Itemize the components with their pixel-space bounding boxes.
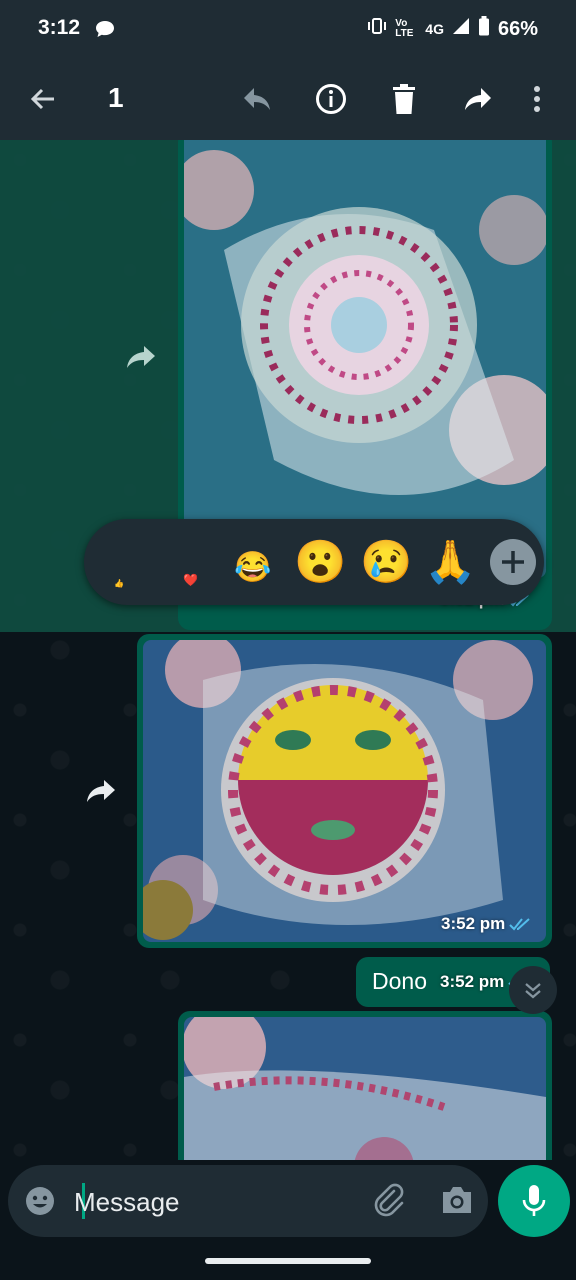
status-time: 3:12 (38, 16, 81, 39)
info-button[interactable] (306, 74, 356, 124)
selection-toolbar: 1 (0, 58, 576, 140)
read-ticks-icon (509, 918, 530, 931)
message-photo[interactable] (184, 1017, 546, 1160)
delete-icon (393, 84, 415, 114)
camera-icon (443, 1187, 471, 1213)
more-options-button[interactable] (517, 74, 557, 124)
message-bubble-image-3[interactable] (178, 1011, 552, 1160)
volte-label: Vo LTE (395, 18, 414, 39)
reaction-wow[interactable]: 😮 (294, 537, 346, 587)
forward-icon (465, 88, 491, 110)
emoji-icon (26, 1187, 54, 1215)
camera-button[interactable] (440, 1185, 474, 1220)
vibrate-icon (367, 17, 387, 41)
reaction-laugh[interactable]: 😂 (234, 543, 271, 593)
status-bar: 3:12 Vo LTE 4G 66% (0, 0, 576, 58)
microphone-icon (522, 1185, 546, 1216)
message-timestamp: 3:52 pm (441, 914, 531, 934)
gesture-nav-bar[interactable] (205, 1258, 371, 1264)
forward-shortcut-icon[interactable] (84, 776, 118, 811)
message-time: 3:52 pm (440, 972, 505, 991)
message-time: 3:52 pm (441, 914, 506, 933)
plus-icon (502, 551, 524, 573)
reaction-heart[interactable]: ❤️ (183, 555, 198, 605)
message-photo[interactable] (143, 640, 546, 942)
message-bubble-image-2[interactable]: 3:52 pm (137, 634, 552, 948)
message-composer (8, 1165, 488, 1237)
reaction-picker: 👍 ❤️ 😂 😮 😢 🙏 (84, 519, 544, 605)
paperclip-icon (374, 1183, 404, 1217)
network-label: 4G (425, 21, 444, 37)
scroll-to-bottom-button[interactable] (509, 966, 557, 1014)
battery-percent: 66% (497, 17, 538, 40)
reaction-thumbs-up[interactable]: 👍 (114, 559, 124, 609)
double-chevron-down-icon (525, 983, 541, 999)
more-vert-icon (534, 86, 540, 112)
reaction-sad[interactable]: 😢 (360, 537, 412, 587)
info-icon (316, 84, 346, 114)
reply-icon (244, 88, 270, 110)
back-arrow-icon (30, 88, 54, 110)
message-photo[interactable] (184, 140, 546, 578)
reply-button[interactable] (232, 74, 282, 124)
battery-icon (478, 16, 490, 42)
attach-button[interactable] (372, 1183, 406, 1222)
status-indicators: Vo LTE 4G 66% (367, 16, 538, 42)
chat-notification-icon (95, 20, 115, 43)
back-button[interactable] (18, 74, 68, 124)
forward-button[interactable] (453, 74, 503, 124)
message-input[interactable] (72, 1181, 346, 1223)
emoji-button[interactable] (24, 1185, 56, 1222)
delete-button[interactable] (379, 74, 429, 124)
reaction-pray[interactable]: 🙏 (424, 537, 476, 587)
signal-icon (452, 17, 470, 41)
chat-area[interactable]: 3:52 pm 👍 ❤️ 😂 😮 😢 🙏 (0, 140, 576, 1160)
voice-record-button[interactable] (498, 1165, 570, 1237)
selected-count: 1 (108, 82, 124, 113)
forward-shortcut-icon[interactable] (124, 342, 158, 377)
more-reactions-button[interactable] (490, 539, 536, 585)
message-text: Dono (372, 968, 427, 994)
